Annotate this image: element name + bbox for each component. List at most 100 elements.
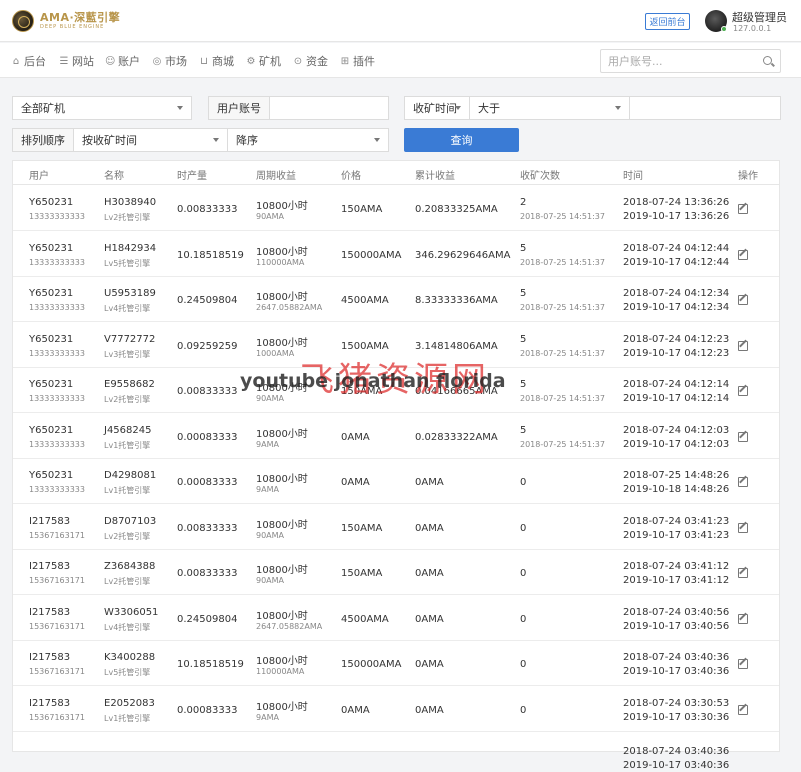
cell-user: Y650231 xyxy=(29,197,74,208)
cell-cycle: 10800小时 xyxy=(256,701,308,713)
cell-count-sub: 2018-07-25 14:51:37 xyxy=(520,212,605,221)
cell-miner: Lv1托管引擎 xyxy=(104,486,151,495)
logo-subtext: DEEP BLUE ENGINE xyxy=(40,24,105,30)
user-account-label: 用户账号 xyxy=(209,97,270,119)
column-header: 价格 xyxy=(341,171,361,182)
user-account-filter: 用户账号 xyxy=(208,96,389,120)
cell-code: V7772772 xyxy=(104,333,156,345)
column-header: 周期收益 xyxy=(256,171,296,182)
logo-text: AMA·深藍引擎 xyxy=(40,11,121,24)
cell-count-sub: 2018-07-25 14:51:37 xyxy=(520,394,605,403)
cell-count: 5 xyxy=(520,424,527,436)
cell-cycle-sub: 9AMA xyxy=(256,439,279,449)
nav-item-miners[interactable]: ⚙ 矿机 xyxy=(246,53,281,69)
table-row: Y650231 13333333333 V7772772 Lv3托管引擎 0.09259… xyxy=(13,323,779,368)
edit-icon[interactable] xyxy=(738,568,748,578)
cell-time2: 2019-10-17 03:41:12 xyxy=(623,575,730,586)
miner-select-value: 全部矿机 xyxy=(21,102,65,115)
nav-search-box xyxy=(600,49,781,73)
query-button[interactable]: 查询 xyxy=(404,128,519,152)
nav-item-market[interactable]: ◎ 市场 xyxy=(152,53,187,69)
cell-time2: 2019-10-17 04:12:03 xyxy=(623,438,730,450)
cell-time1: 2018-07-24 04:12:23 xyxy=(623,333,730,345)
miner-select[interactable]: 全部矿机 xyxy=(12,96,192,120)
cell-code: E9558682 xyxy=(104,379,155,390)
nav-item-backend[interactable]: ⌂ 后台 xyxy=(11,53,46,69)
cell-time1: 2018-07-24 03:41:23 xyxy=(623,515,730,527)
back-to-frontend-button[interactable]: 返回前台 xyxy=(645,13,690,30)
cell-total: 346.29629646AMA xyxy=(415,249,511,261)
edit-icon[interactable] xyxy=(738,704,748,715)
cell-price: 1500AMA xyxy=(341,340,389,352)
edit-icon[interactable] xyxy=(738,295,748,305)
compare-op-select[interactable]: 大于 xyxy=(469,96,630,120)
table-row: I217583 15367163171 E2052083 Lv1托管引擎 0.00083… xyxy=(13,687,779,732)
cell-count: 0 xyxy=(520,659,527,670)
chevron-down-icon xyxy=(615,106,621,110)
edit-icon[interactable] xyxy=(738,522,748,533)
cell-cycle: 10800小时 xyxy=(256,246,308,258)
cell-rate: 0.00833333 xyxy=(177,204,238,215)
cell-phone: 13333333333 xyxy=(29,439,85,449)
cell-phone: 13333333333 xyxy=(29,212,85,221)
edit-icon[interactable] xyxy=(738,386,748,396)
table-row: Y650231 13333333333 U5953189 Lv4托管引擎 0.24509… xyxy=(13,277,779,322)
edit-icon[interactable] xyxy=(738,613,748,624)
cell-total: 0.04166665AMA xyxy=(415,386,498,397)
cell-cycle: 10800小时 xyxy=(256,201,308,212)
compare-value-input[interactable] xyxy=(629,96,781,120)
edit-icon[interactable] xyxy=(738,431,748,442)
edit-icon[interactable] xyxy=(738,340,748,351)
cell-price: 4500AMA xyxy=(341,613,389,625)
edit-icon[interactable] xyxy=(738,659,748,669)
cell-total: 8.33333336AMA xyxy=(415,295,498,306)
cell-phone: 15367163171 xyxy=(29,530,85,540)
cell-phone: 13333333333 xyxy=(29,348,85,358)
nav-item-plugins[interactable]: ⊞ 插件 xyxy=(340,53,375,69)
edit-icon[interactable] xyxy=(738,249,748,260)
cell-rate: 0.00833333 xyxy=(177,386,238,397)
cell-rate: 0.09259259 xyxy=(177,340,238,352)
cell-total: 0AMA xyxy=(415,522,444,534)
column-header: 用户 xyxy=(29,171,49,182)
cell-time1: 2018-07-24 04:12:44 xyxy=(623,242,730,254)
nav-item-accounts[interactable]: ☺ 账户 xyxy=(105,53,140,69)
cell-cycle-sub: 90AMA xyxy=(256,530,285,540)
nav-item-label: 网站 xyxy=(72,55,94,68)
table-row: Y650231 13333333333 H3038940 Lv2托管引擎 0.00833… xyxy=(13,186,779,231)
edit-icon[interactable] xyxy=(738,204,748,214)
cell-count: 5 xyxy=(520,333,527,345)
nav-item-label: 商城 xyxy=(212,55,234,68)
cell-phone: 15367163171 xyxy=(29,576,85,585)
sort-field-select[interactable]: 排列顺序 按收矿时间 xyxy=(12,128,228,152)
time-field-select[interactable]: 收矿时间 xyxy=(404,96,470,120)
nav-item-label: 资金 xyxy=(306,55,328,68)
cell-user: Y650231 xyxy=(29,288,74,299)
cell-rate: 10.18518519 xyxy=(177,249,244,261)
logo-mark-icon xyxy=(12,10,34,32)
cell-rate: 0.00833333 xyxy=(177,568,238,579)
edit-icon[interactable] xyxy=(738,477,748,487)
nav-item-shop[interactable]: ⊔ 商城 xyxy=(199,53,234,69)
overflow-time-start: 2018-07-24 03:40:36 xyxy=(623,746,730,757)
cell-cycle-sub: 110000AMA xyxy=(256,667,305,676)
nav-item-funds[interactable]: ⊙ 资金 xyxy=(293,53,328,69)
compare-op-value: 大于 xyxy=(478,102,500,115)
home-icon: ⌂ xyxy=(12,55,20,67)
cell-user: Y650231 xyxy=(29,470,74,481)
cell-rate: 0.00083333 xyxy=(177,477,238,488)
grid-icon: ⊞ xyxy=(340,55,350,67)
cell-phone: 13333333333 xyxy=(29,485,85,494)
logo[interactable]: AMA·深藍引擎 DEEP BLUE ENGINE xyxy=(12,9,132,33)
search-icon[interactable] xyxy=(763,56,772,65)
cell-time2: 2019-10-18 14:48:26 xyxy=(623,484,730,495)
cell-total: 0AMA xyxy=(415,613,444,625)
sort-direction-select[interactable]: 降序 xyxy=(227,128,389,152)
cell-price: 150000AMA xyxy=(341,249,402,261)
nav-item-website[interactable]: ☰ 网站 xyxy=(59,53,94,69)
user-search-input[interactable] xyxy=(601,50,751,72)
cell-time1: 2018-07-24 13:36:26 xyxy=(623,197,730,208)
admin-name[interactable]: 超级管理员 xyxy=(732,9,787,25)
cell-count: 5 xyxy=(520,242,527,254)
admin-ip: 127.0.0.1 xyxy=(733,24,772,33)
